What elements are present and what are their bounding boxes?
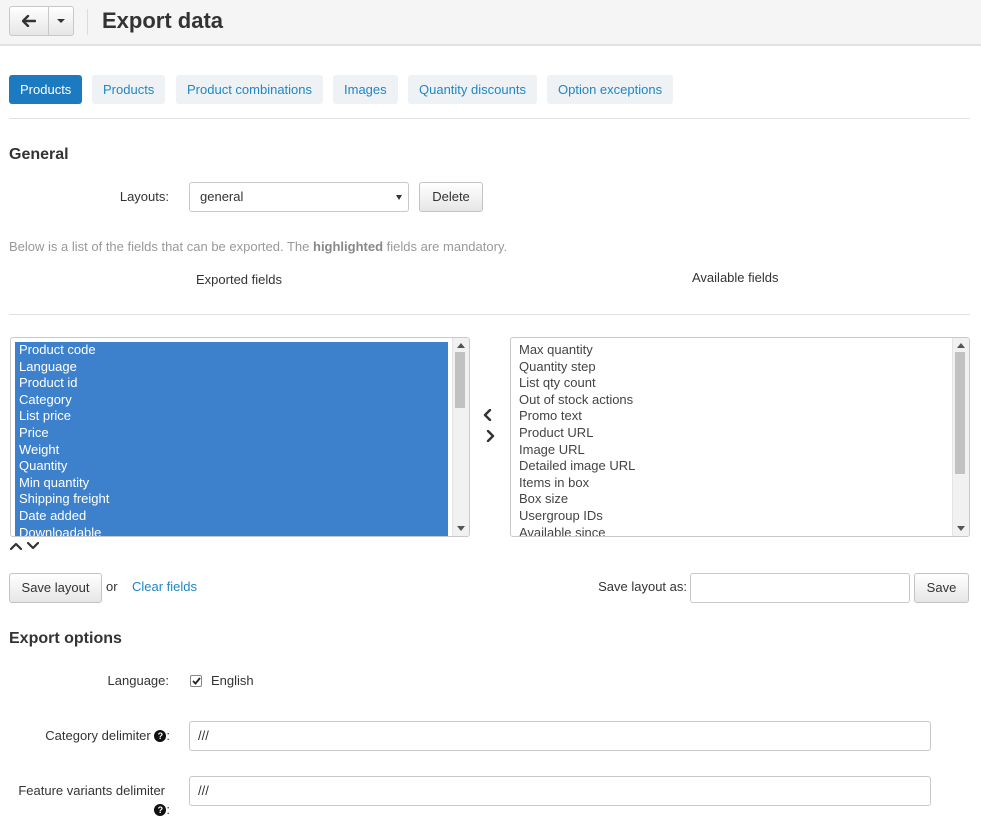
layouts-label: Layouts: [119,189,169,204]
list-item[interactable]: Language [15,358,448,376]
available-scrollbar[interactable] [952,338,969,536]
tab-products[interactable]: Products [92,75,166,104]
exported-fields-title: Exported fields [196,272,282,287]
available-scroll-thumb[interactable] [955,352,965,474]
list-item[interactable]: Product code [15,342,448,359]
feature-delimiter-help: ?: [150,802,170,817]
available-fields-title: Available fields [692,270,779,285]
list-item[interactable]: Shipping freight [15,491,448,508]
language-label: Language: [107,673,169,688]
checkmark-icon [191,677,201,685]
help-icon[interactable]: ? [154,730,167,742]
help-icon[interactable]: ? [154,804,167,816]
exported-scroll-thumb[interactable] [455,352,465,408]
tab-option-exceptions[interactable]: Option exceptions [547,75,674,104]
category-delimiter-text: Category delimiter [45,728,151,743]
exported-fields-list[interactable]: Product code Language Product id Category Li… [10,337,470,537]
list-item[interactable]: Detailed image URL [515,458,948,475]
list-item[interactable]: Usergroup IDs [515,508,948,525]
language-checkbox[interactable] [190,675,202,687]
list-item[interactable]: Quantity [15,458,448,475]
delete-layout-button[interactable]: Delete [419,182,483,212]
hint-text-1: Below is a list of the fields that can b… [9,239,313,254]
save-layout-as-input[interactable] [690,573,910,603]
list-item[interactable]: List qty count [515,375,948,392]
list-item[interactable]: Promo text [515,408,948,425]
layouts-select[interactable]: general [189,182,409,212]
or-text: or [106,579,118,594]
list-item[interactable]: List price [15,408,448,425]
list-item[interactable]: Image URL [515,442,948,459]
move-right-icon[interactable] [485,430,495,442]
list-item[interactable]: Category [15,391,448,409]
general-section-title: General [9,146,69,163]
feature-delimiter-label: Feature variants delimiter [18,783,165,798]
divider [87,9,88,35]
fields-hint: Below is a list of the fields that can b… [9,239,507,254]
list-item[interactable]: Min quantity [15,474,448,492]
language-option-english[interactable]: English [211,673,254,688]
arrow-left-icon [22,15,36,27]
list-item[interactable]: Box size [515,491,948,508]
hint-text-2: fields are mandatory. [383,239,508,254]
select-caret-icon [396,195,402,200]
move-down-icon[interactable] [27,541,39,551]
feature-delimiter-input[interactable]: /// [189,776,931,806]
back-menu-button[interactable] [48,6,74,36]
page-title: Export data [102,8,224,33]
list-item[interactable]: Product URL [515,425,948,442]
exported-scrollbar[interactable] [452,338,469,536]
scroll-down-icon[interactable] [457,526,465,531]
list-item[interactable]: Weight [15,441,448,459]
save-layout-button[interactable]: Save layout [9,573,102,603]
save-button[interactable]: Save [914,573,969,603]
list-item[interactable]: Price [15,424,448,442]
category-delimiter-label: Category delimiter ?: [10,728,170,743]
export-options-title: Export options [9,630,122,647]
list-item[interactable]: Downloadable [15,524,448,536]
list-item[interactable]: Available since [515,525,948,536]
clear-fields-link[interactable]: Clear fields [132,579,197,594]
caret-down-icon [57,19,65,23]
move-up-icon[interactable] [10,541,22,551]
tab-product-combinations[interactable]: Product combinations [176,75,324,104]
list-item[interactable]: Max quantity [515,342,948,359]
layouts-select-value: general [200,189,244,204]
list-item[interactable]: Date added [15,507,448,525]
list-item[interactable]: Items in box [515,475,948,492]
save-layout-as-label: Save layout as: [598,579,687,594]
list-item[interactable]: Quantity step [515,359,948,376]
scroll-up-icon[interactable] [457,343,465,348]
list-item[interactable]: Out of stock actions [515,392,948,409]
fields-divider [9,314,970,315]
available-fields-list[interactable]: Max quantity Quantity step List qty count O… [510,337,970,537]
tab-products-active[interactable]: Products [9,75,83,104]
move-left-icon[interactable] [483,409,493,421]
scroll-down-icon[interactable] [957,526,965,531]
colon: : [166,802,170,817]
tab-quantity-discounts[interactable]: Quantity discounts [408,75,537,104]
back-button[interactable] [9,6,49,36]
hint-highlighted: highlighted [313,239,384,254]
colon: : [166,728,170,743]
tabs-divider [9,118,970,119]
scroll-up-icon[interactable] [957,343,965,348]
tab-images[interactable]: Images [333,75,398,104]
list-item[interactable]: Product id [15,375,448,392]
category-delimiter-input[interactable]: /// [189,721,931,751]
